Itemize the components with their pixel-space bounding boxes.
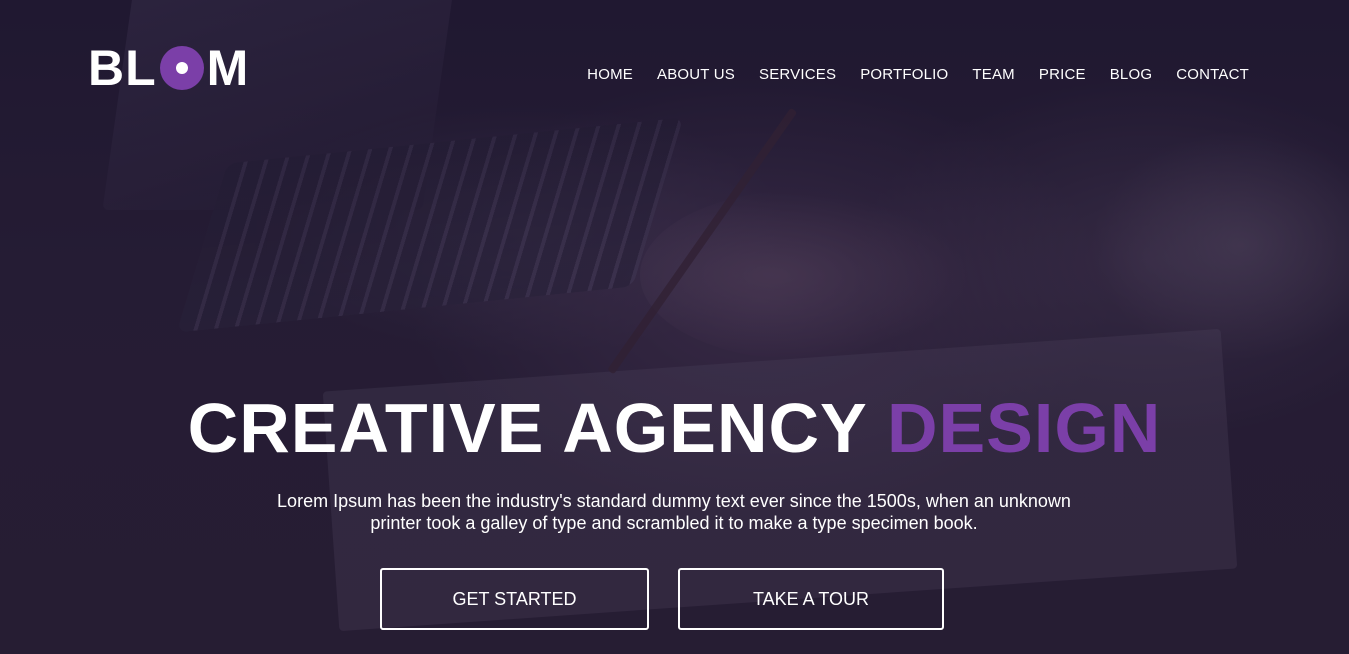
- nav-item-home[interactable]: HOME: [587, 66, 633, 83]
- main-navigation: HOME ABOUT US SERVICES PORTFOLIO TEAM PR…: [563, 66, 1249, 83]
- background-overlay: [0, 0, 1349, 654]
- headline-accent: DESIGN: [886, 389, 1162, 467]
- hero-subtitle: Lorem Ipsum has been the industry's stan…: [224, 490, 1124, 534]
- subtitle-line-1: Lorem Ipsum has been the industry's stan…: [277, 491, 1071, 511]
- hero-section: BL M HOME ABOUT US SERVICES PORTFOLIO TE…: [0, 0, 1349, 654]
- logo-o-icon: [159, 46, 204, 90]
- get-started-button[interactable]: GET STARTED: [380, 568, 649, 630]
- logo-text-left: BL: [88, 40, 157, 96]
- nav-item-price[interactable]: PRICE: [1039, 66, 1086, 83]
- headline-main: CREATIVE AGENCY: [187, 389, 887, 467]
- nav-item-contact[interactable]: CONTACT: [1176, 66, 1249, 83]
- nav-item-blog[interactable]: BLOG: [1110, 66, 1152, 83]
- nav-item-about-us[interactable]: ABOUT US: [657, 66, 735, 83]
- nav-item-services[interactable]: SERVICES: [759, 66, 836, 83]
- take-a-tour-button[interactable]: TAKE A TOUR: [678, 568, 944, 630]
- nav-item-portfolio[interactable]: PORTFOLIO: [860, 66, 948, 83]
- brand-logo[interactable]: BL M: [88, 42, 249, 94]
- logo-text-right: M: [206, 40, 250, 96]
- hero-headline: CREATIVE AGENCY DESIGN: [0, 388, 1349, 468]
- subtitle-line-2: printer took a galley of type and scramb…: [370, 513, 978, 533]
- nav-item-team[interactable]: TEAM: [972, 66, 1014, 83]
